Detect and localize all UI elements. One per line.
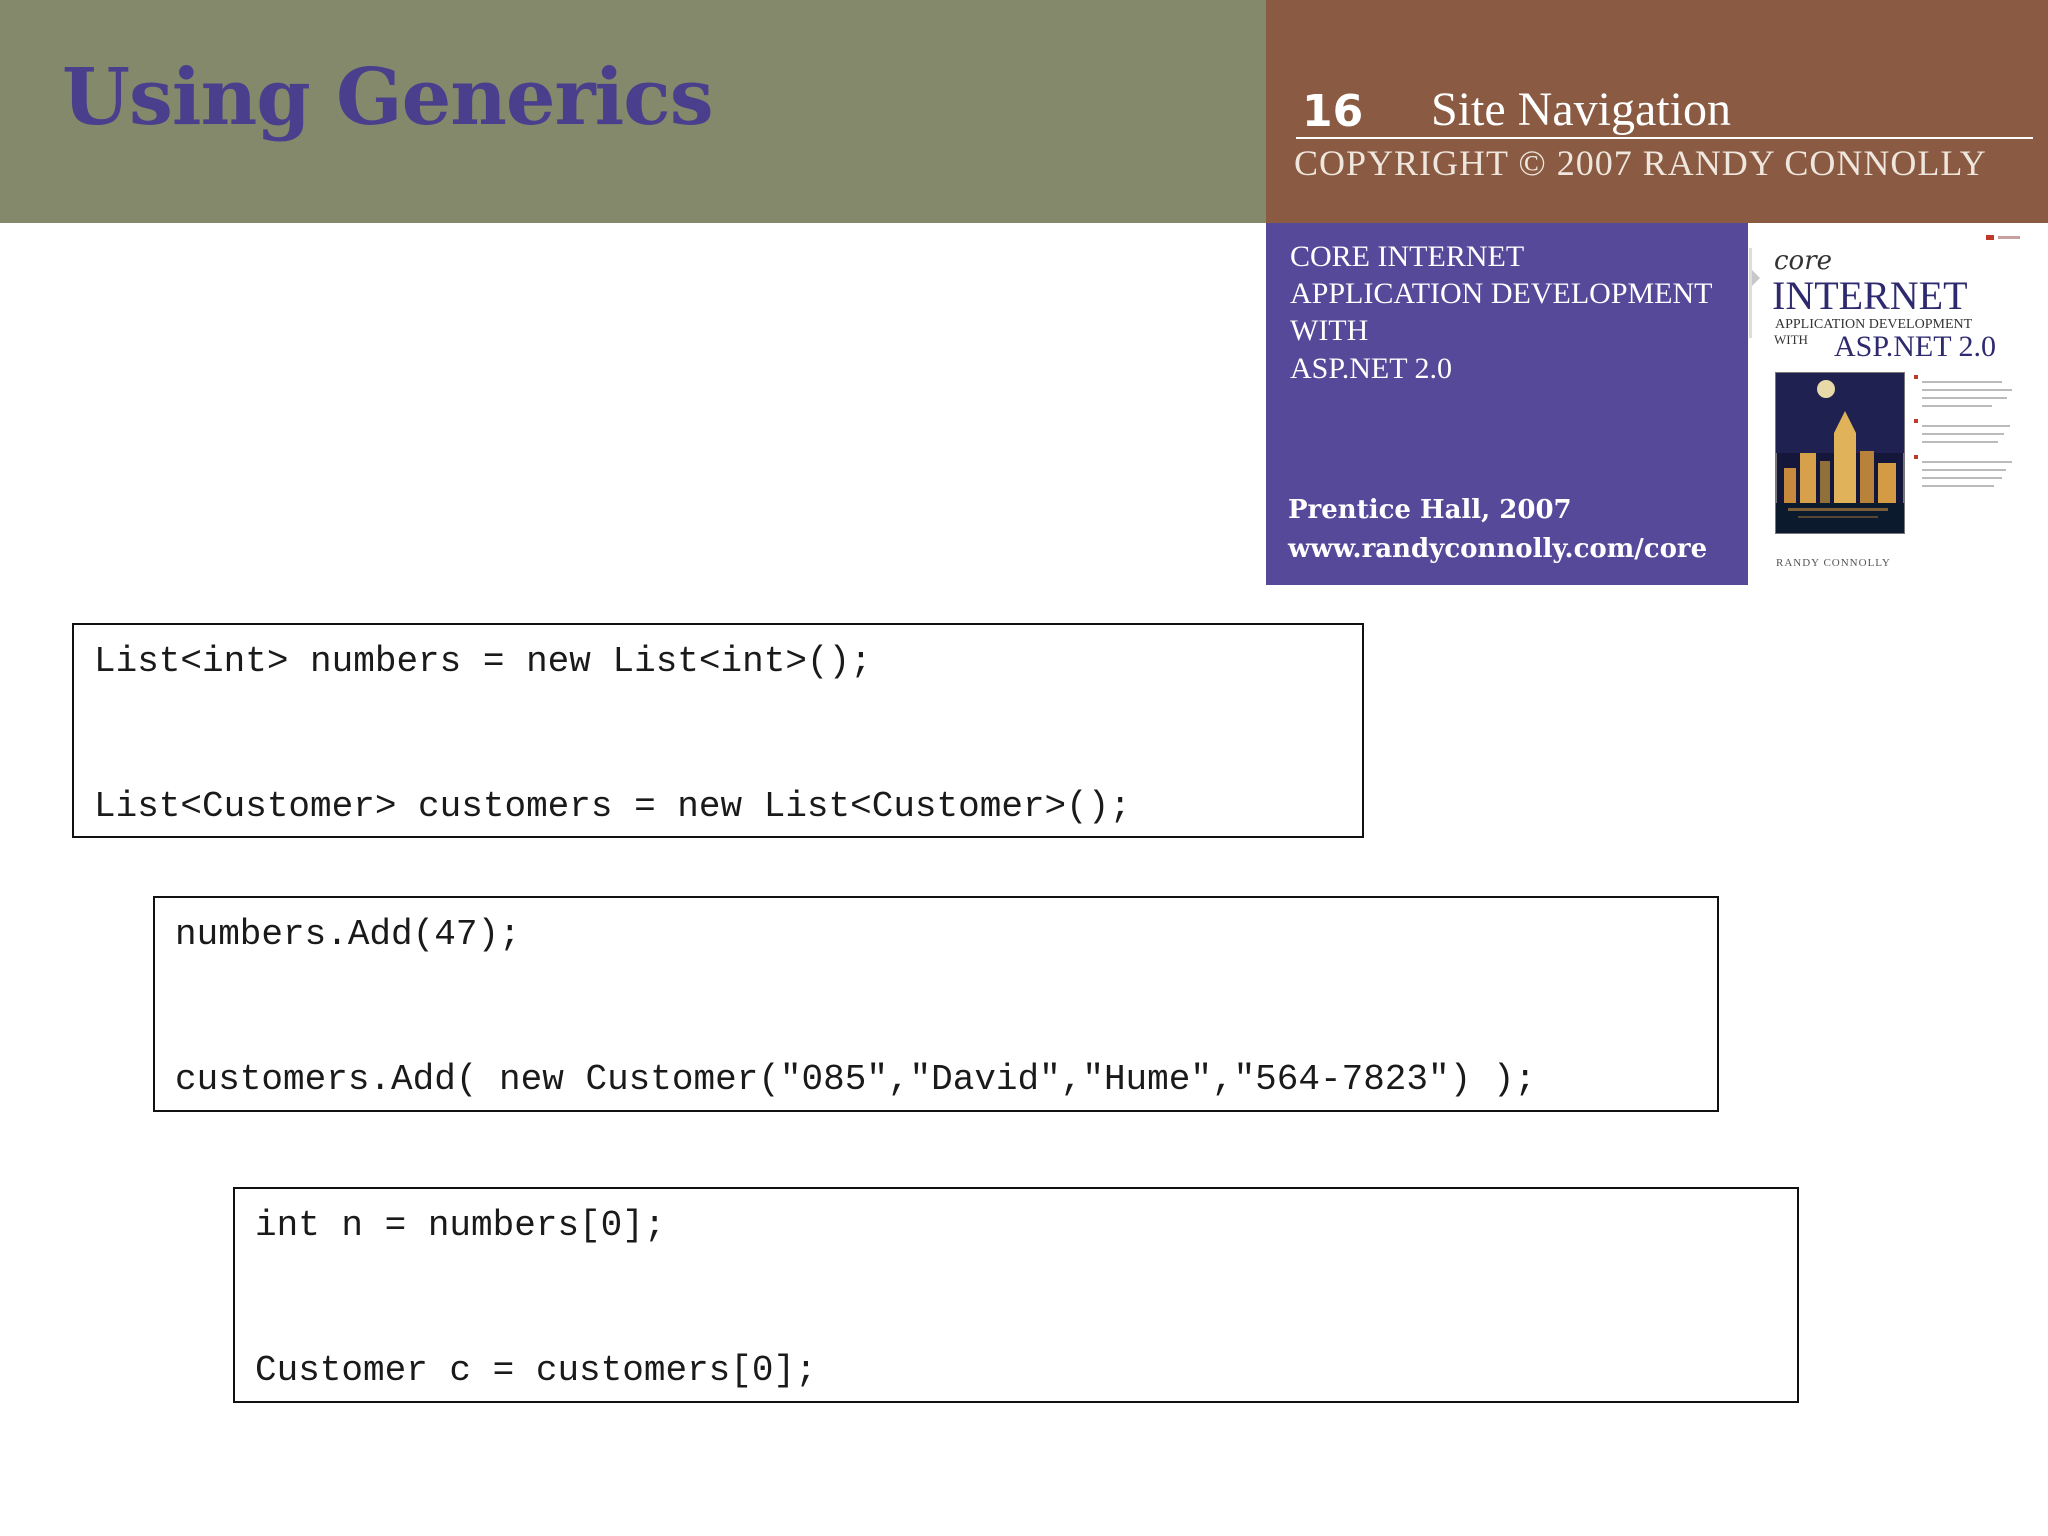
code-block-add-items: numbers.Add(47); customers.Add( new Cust…	[153, 896, 1719, 1112]
header-divider	[1296, 137, 2033, 139]
book-url: www.randyconnolly.com/core	[1288, 534, 1708, 564]
book-cover-svg: core INTERNET APPLICATION DEVELOPMENT WI…	[1748, 223, 2048, 585]
slide-number: 16	[1302, 86, 1364, 137]
cover-subtitle-with: WITH	[1774, 332, 1808, 347]
cover-subtitle-aspnet: ASP.NET 2.0	[1834, 330, 1996, 363]
code-line: List<Customer> customers = new List<Cust…	[94, 786, 1131, 827]
book-cover-image: core INTERNET APPLICATION DEVELOPMENT WI…	[1748, 223, 2048, 585]
title-bar: Using Generics	[0, 0, 1266, 223]
code-line: List<int> numbers = new List<int>();	[94, 641, 872, 682]
book-title-line-1: CORE INTERNET	[1290, 240, 1525, 273]
code-line: int n = numbers[0];	[255, 1205, 666, 1246]
code-line: numbers.Add(47);	[175, 914, 521, 955]
cover-title: INTERNET	[1772, 273, 1968, 318]
copyright-notice: COPYRIGHT © 2007 RANDY CONNOLLY	[1294, 143, 1987, 183]
cover-brand: core	[1774, 246, 1832, 276]
section-title: Site Navigation	[1431, 83, 1731, 136]
book-title-line-2: APPLICATION DEVELOPMENT	[1290, 277, 1713, 310]
code-line: customers.Add( new Customer("085","David…	[175, 1059, 1537, 1100]
code-block-access-items: int n = numbers[0]; Customer c = custome…	[233, 1187, 1799, 1403]
code-block-declarations: List<int> numbers = new List<int>(); Lis…	[72, 623, 1364, 838]
book-title-line-4: ASP.NET 2.0	[1290, 352, 1452, 385]
slide: Using Generics 16 Site Navigation COPYRI…	[0, 0, 2048, 1536]
book-publisher: Prentice Hall, 2007	[1288, 495, 1572, 525]
book-title-line-3: WITH	[1290, 314, 1369, 347]
code-line: Customer c = customers[0];	[255, 1350, 817, 1391]
cover-author: RANDY CONNOLLY	[1776, 557, 1891, 569]
slide-title: Using Generics	[62, 52, 714, 143]
cover-city-photo	[1775, 372, 1905, 534]
